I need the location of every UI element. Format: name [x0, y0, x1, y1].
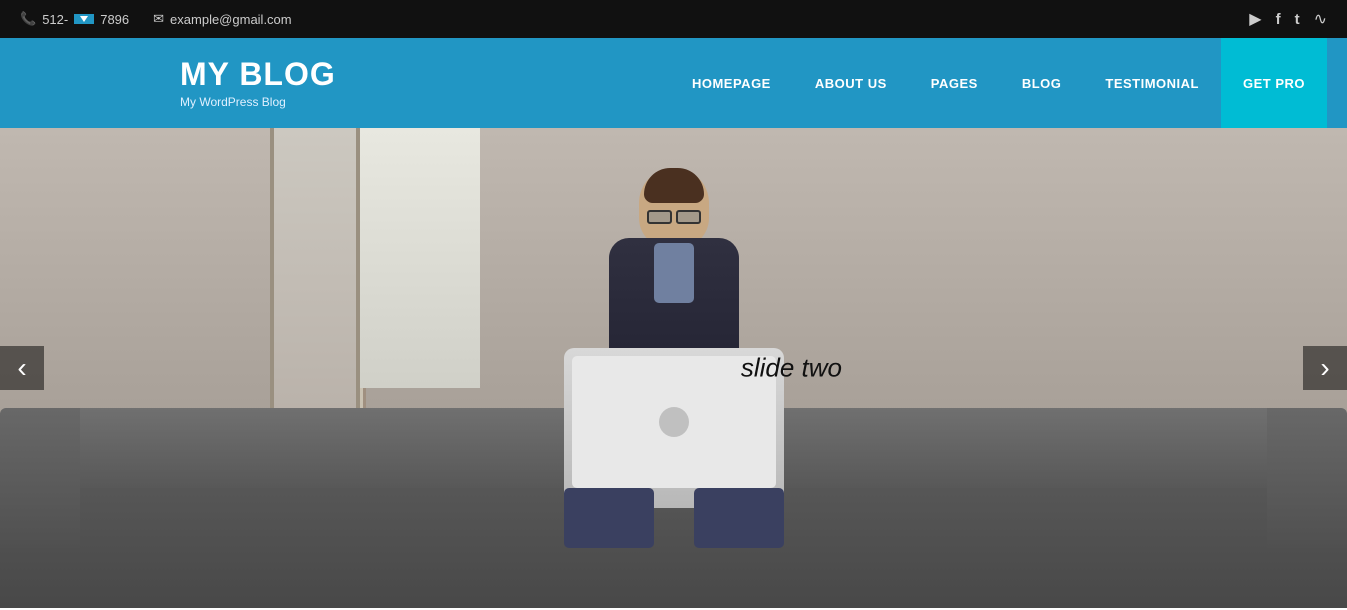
door-panel: [270, 128, 360, 438]
main-nav: HOMEPAGE ABOUT US PAGES BLOG TESTIMONIAL…: [670, 38, 1327, 128]
couch-right-arm: [1267, 408, 1347, 548]
social-links: ▶ f t ∿: [1249, 9, 1327, 29]
chevron-right-icon: ›: [1320, 354, 1329, 382]
person-left-leg: [564, 488, 654, 548]
phone-contact: 📞 512- 7896: [20, 11, 129, 27]
nav-pages[interactable]: PAGES: [909, 38, 1000, 128]
phone-dropdown-button[interactable]: [74, 14, 94, 24]
hero-slider: slide two ‹ ›: [0, 128, 1347, 608]
brand-title[interactable]: MY BLOG: [180, 57, 336, 92]
slide-text: slide two: [741, 353, 842, 384]
couch-left-arm: [0, 408, 80, 548]
email-icon: ✉: [153, 11, 164, 27]
brand-subtitle: My WordPress Blog: [180, 95, 336, 109]
phone-number-suffix: 7896: [100, 12, 129, 27]
brand: MY BLOG My WordPress Blog: [180, 57, 336, 108]
nav-about-us[interactable]: ABOUT US: [793, 38, 909, 128]
twitter-icon[interactable]: t: [1295, 11, 1300, 28]
rss-icon[interactable]: ∿: [1314, 9, 1327, 29]
chevron-left-icon: ‹: [17, 354, 26, 382]
top-bar-left: 📞 512- 7896 ✉ example@gmail.com: [20, 11, 292, 27]
email-address: example@gmail.com: [170, 12, 292, 27]
nav-testimonial[interactable]: TESTIMONIAL: [1083, 38, 1221, 128]
slider-prev-button[interactable]: ‹: [0, 346, 44, 390]
person-figure: [544, 168, 804, 508]
email-contact: ✉ example@gmail.com: [153, 11, 291, 27]
slide-scene: slide two: [0, 128, 1347, 608]
person-right-leg: [694, 488, 784, 548]
slider-next-button[interactable]: ›: [1303, 346, 1347, 390]
phone-number-prefix: 512-: [42, 12, 68, 27]
nav-blog[interactable]: BLOG: [1000, 38, 1084, 128]
laptop-logo: [659, 407, 689, 437]
phone-icon: 📞: [20, 11, 36, 27]
nav-homepage[interactable]: HOMEPAGE: [670, 38, 793, 128]
header: MY BLOG My WordPress Blog HOMEPAGE ABOUT…: [0, 38, 1347, 128]
top-bar: 📞 512- 7896 ✉ example@gmail.com ▶ f t ∿: [0, 0, 1347, 38]
facebook-icon[interactable]: f: [1276, 11, 1281, 28]
youtube-icon[interactable]: ▶: [1249, 9, 1261, 29]
window-panel: [360, 128, 480, 388]
nav-get-pro-button[interactable]: GET PRO: [1221, 38, 1327, 128]
person-head: [639, 168, 709, 248]
